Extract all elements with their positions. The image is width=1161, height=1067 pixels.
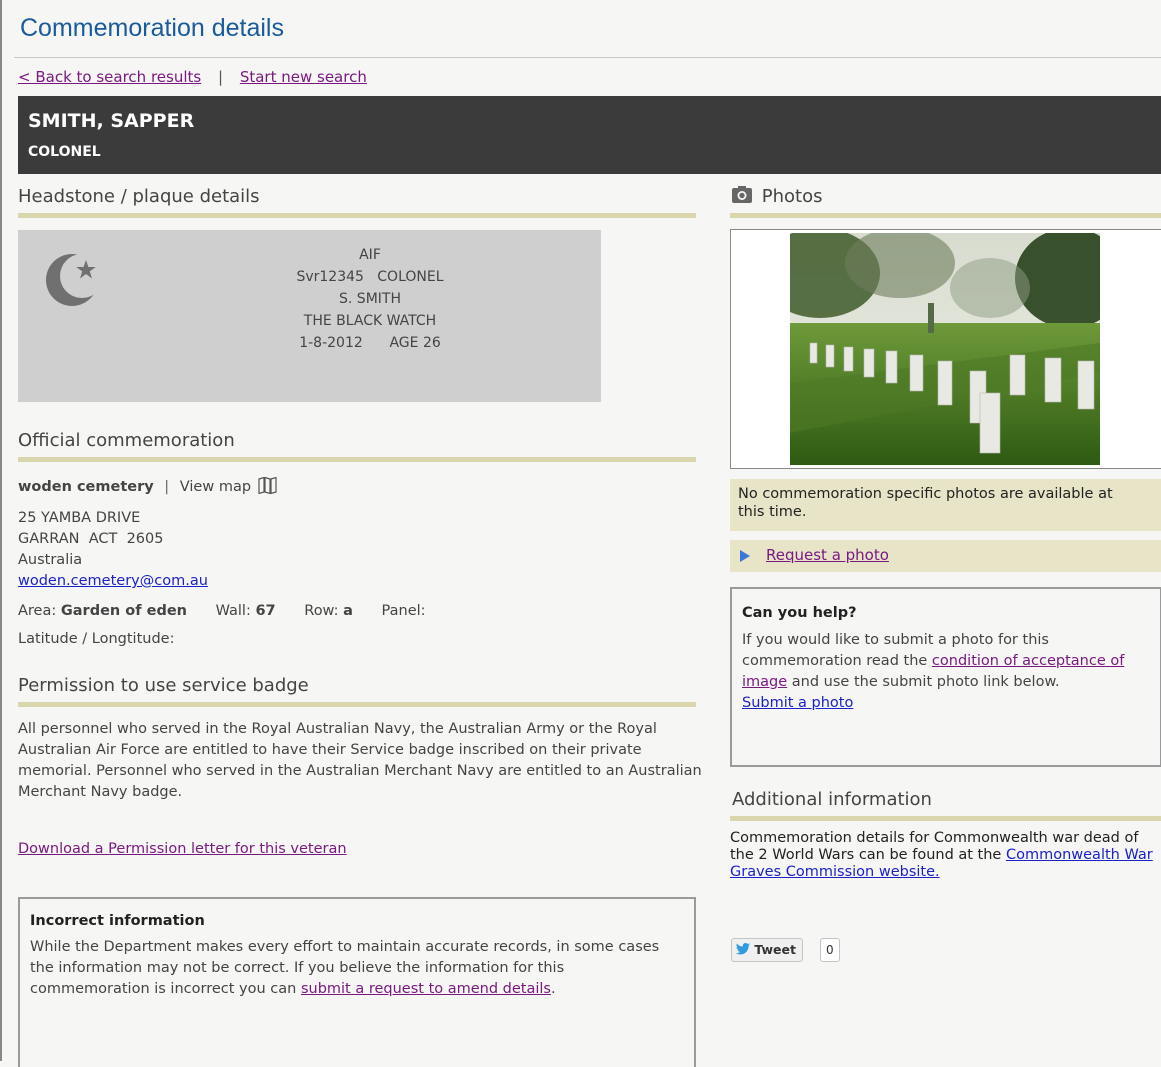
plaque-line: S. SMITH — [339, 291, 401, 307]
plaque-inscription: AIF Svr12345 COLONEL S. SMITH THE BLACK … — [170, 244, 570, 354]
plaque-line: Svr12345 COLONEL — [296, 269, 444, 285]
cemetery-email-link[interactable]: woden.cemetery@com.au — [18, 573, 208, 589]
headstone-heading: Headstone / plaque details — [18, 186, 260, 207]
location-row: Area: Garden of eden Wall: 67 Row: a Pan… — [18, 603, 426, 619]
request-photo-link[interactable]: Request a photo — [766, 546, 889, 564]
tweet-label: Tweet — [754, 942, 796, 957]
photo-frame — [730, 229, 1161, 469]
badge-rule — [18, 702, 696, 707]
person-name: SMITH, SAPPER — [28, 110, 195, 132]
official-rule — [18, 457, 696, 462]
photos-heading: Photos — [761, 186, 823, 207]
tweet-count: 0 — [820, 938, 840, 962]
page-title: Commemoration details — [20, 14, 284, 42]
cemetery-name: woden cemetery — [18, 479, 154, 495]
map-icon[interactable] — [258, 476, 278, 495]
cemetery-photo — [790, 233, 1100, 465]
wall-label: Wall: — [215, 603, 251, 619]
panel-label: Panel: — [381, 603, 426, 619]
incorrect-title: Incorrect information — [30, 913, 205, 929]
can-you-help-box: Can you help? If you would like to submi… — [730, 587, 1161, 767]
badge-heading: Permission to use service badge — [18, 675, 309, 696]
area-value: Garden of eden — [60, 603, 187, 619]
person-rank: COLONEL — [28, 144, 101, 160]
official-heading: Official commemoration — [18, 430, 235, 451]
cemetery-separator: | — [164, 479, 170, 495]
additional-heading: Additional information — [732, 789, 932, 810]
twitter-bird-icon — [736, 943, 750, 955]
row-value: a — [343, 603, 353, 619]
view-map-link[interactable]: View map — [180, 479, 251, 495]
address-line: Australia — [18, 552, 83, 568]
address-line: 25 YAMBA DRIVE — [18, 510, 141, 526]
no-photos-text: No commemoration specific photos are ava… — [738, 486, 1113, 520]
breadcrumb: < Back to search results | Start new sea… — [18, 68, 367, 86]
photos-rule — [730, 213, 1161, 218]
address-line: GARRAN ACT 2605 — [18, 531, 164, 547]
play-arrow-icon — [740, 550, 750, 562]
camera-icon — [732, 186, 752, 203]
amend-details-link[interactable]: submit a request to amend details — [301, 981, 551, 997]
cemetery-row: woden cemetery | View map — [18, 476, 278, 495]
crescent-star-icon — [46, 254, 104, 306]
badge-text: All personnel who served in the Royal Au… — [18, 721, 702, 800]
incorrect-text: While the Department makes every effort … — [30, 937, 680, 1000]
help-text: If you would like to submit a photo for … — [742, 630, 1142, 714]
photos-heading-row: Photos — [732, 186, 822, 207]
tweet-button[interactable]: Tweet — [731, 938, 803, 962]
title-divider — [14, 57, 1161, 58]
help-body-after: and use the submit photo link below. — [787, 674, 1060, 690]
plaque-line: THE BLACK WATCH — [303, 313, 437, 329]
latlong-label: Latitude / Longtitude: — [18, 631, 175, 647]
request-photo-row: Request a photo — [730, 540, 1161, 572]
nav-separator: | — [217, 68, 224, 86]
plaque-line: 1-8-2012 AGE 26 — [299, 335, 441, 351]
download-permission-link[interactable]: Download a Permission letter for this ve… — [18, 841, 347, 857]
no-photos-notice: No commemoration specific photos are ava… — [730, 479, 1161, 531]
back-to-results-link[interactable]: < Back to search results — [18, 68, 201, 86]
headstone-plaque: AIF Svr12345 COLONEL S. SMITH THE BLACK … — [18, 230, 601, 402]
help-title: Can you help? — [742, 605, 857, 621]
submit-photo-link[interactable]: Submit a photo — [742, 695, 853, 711]
additional-rule — [730, 816, 1161, 821]
headstone-rule — [18, 213, 696, 218]
cemetery-address: 25 YAMBA DRIVE GARRAN ACT 2605 Australia… — [18, 508, 208, 592]
additional-text: Commemoration details for Commonwealth w… — [730, 830, 1161, 881]
area-label: Area: — [18, 603, 57, 619]
incorrect-info-box: Incorrect information While the Departme… — [18, 897, 696, 1067]
row-label: Row: — [304, 603, 339, 619]
incorrect-end: . — [550, 981, 556, 997]
person-banner: SMITH, SAPPER COLONEL — [18, 96, 1161, 174]
new-search-link[interactable]: Start new search — [240, 68, 367, 86]
plaque-line: AIF — [359, 247, 381, 263]
wall-value: 67 — [255, 603, 276, 619]
